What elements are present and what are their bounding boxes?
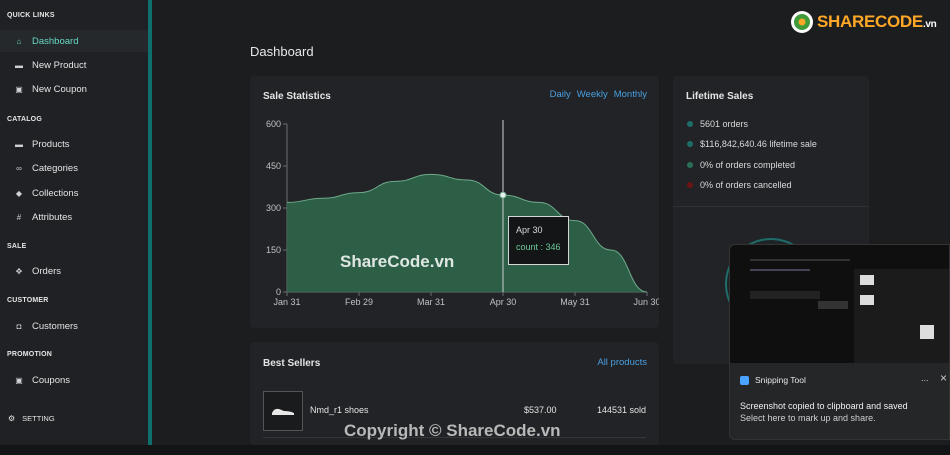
hash-icon: # <box>16 212 22 222</box>
copyright-watermark: Copyright © ShareCode.vn <box>344 421 561 440</box>
y-tick-label: 300 <box>266 203 281 213</box>
tooltip-count: count : 346 <box>516 242 561 252</box>
divider <box>673 206 869 207</box>
logo-icon <box>791 11 813 33</box>
taskbar <box>0 445 950 455</box>
close-icon[interactable]: × <box>940 371 947 385</box>
more-options-button[interactable]: ... <box>921 373 929 383</box>
x-tick-label: Jun 30 <box>633 297 659 307</box>
sidebar-item-label: Categories <box>32 162 78 174</box>
sidebar-item-label: Customers <box>32 320 78 332</box>
sidebar-item-label: Orders <box>32 265 62 277</box>
logo-suffix: .vn <box>922 19 937 30</box>
center-watermark: ShareCode.vn <box>340 252 455 271</box>
sidebar-item-label: Coupons <box>32 374 71 386</box>
home-icon: ⌂ <box>16 36 22 46</box>
setting-label: SETTING <box>22 414 55 423</box>
sidebar-item-setting[interactable]: ⚙ SETTING <box>8 414 55 423</box>
snipping-tool-notification[interactable]: Snipping Tool ... × Screenshot copied to… <box>729 244 950 440</box>
status-dot <box>687 121 693 127</box>
x-tick-label: May 31 <box>560 297 590 307</box>
sidebar-item-label: Products <box>32 138 70 150</box>
cubes-icon: ✥ <box>15 266 23 276</box>
card-title: Best Sellers <box>263 358 321 369</box>
users-icon: ◘ <box>16 321 22 331</box>
lifetime-item-text: 0% of orders cancelled <box>700 180 792 190</box>
box-icon: ▬ <box>15 60 23 70</box>
gear-icon: ⚙ <box>8 414 16 423</box>
tag-icon: ◆ <box>15 188 23 198</box>
sidebar-item-new-coupon[interactable]: ▣ New Coupon <box>0 78 148 100</box>
y-tick-label: 150 <box>266 245 281 255</box>
sidebar-item-label: New Product <box>32 59 87 71</box>
area-series <box>287 174 647 292</box>
gift-icon: ▣ <box>15 84 23 94</box>
x-tick-label: Jan 31 <box>273 297 300 307</box>
product-price: $537.00 <box>524 405 557 415</box>
screenshot-preview[interactable] <box>730 245 949 363</box>
sidebar-item-collections[interactable]: ◆ Collections <box>0 182 148 204</box>
section-quick-links: QUICK LINKS <box>7 12 55 19</box>
sidebar-item-new-product[interactable]: ▬ New Product <box>0 54 148 76</box>
section-sale: SALE <box>7 243 27 250</box>
sidebar-item-label: Collections <box>32 187 79 199</box>
product-sold: 144531 sold <box>597 405 647 415</box>
product-thumbnail[interactable] <box>263 391 303 431</box>
sale-statistics-chart: 0 150 300 450 600 Jan 31 Feb 29 Mar 31 Apr 30 May… <box>266 119 659 307</box>
highlight-point <box>499 191 507 199</box>
chart-tooltip: Apr 30 count : 346 <box>508 216 569 265</box>
sidebar: QUICK LINKS ⌂ Dashboard ▬ New Product ▣ … <box>0 0 148 445</box>
lifetime-item-text: 0% of orders completed <box>700 160 796 170</box>
section-customer: CUSTOMER <box>7 297 49 304</box>
snip-sub-message: Select here to mark up and share. <box>740 413 876 423</box>
sharecode-logo: SHARECODE.vn <box>790 10 937 34</box>
box-icon: ▬ <box>15 139 23 149</box>
lifetime-item: 0% of orders completed <box>687 160 795 170</box>
gift-icon: ▣ <box>15 375 23 385</box>
sidebar-item-products[interactable]: ▬ Products <box>0 133 148 155</box>
lifetime-item-text: 5601 orders <box>700 119 749 129</box>
lifetime-item: 5601 orders <box>687 119 748 129</box>
product-name[interactable]: Nmd_r1 shoes <box>310 405 369 415</box>
shoe-icon <box>272 408 294 415</box>
page-title: Dashboard <box>250 44 314 59</box>
lifetime-item: 0% of orders cancelled <box>687 180 792 190</box>
tooltip-date: Apr 30 <box>516 225 543 235</box>
sidebar-item-attributes[interactable]: # Attributes <box>0 206 148 228</box>
logo-text: SHARECODE.vn <box>817 12 937 32</box>
x-tick-label: Mar 31 <box>417 297 445 307</box>
status-dot <box>687 162 693 168</box>
status-dot <box>687 182 693 188</box>
y-tick-label: 450 <box>266 161 281 171</box>
snip-message: Screenshot copied to clipboard and saved <box>740 401 908 411</box>
sidebar-item-label: Attributes <box>32 211 73 223</box>
logo-word: SHARECODE <box>817 12 923 31</box>
sidebar-item-coupons[interactable]: ▣ Coupons <box>0 369 148 391</box>
link-icon: ∞ <box>16 163 22 173</box>
sidebar-item-label: Dashboard <box>32 35 79 47</box>
section-promotion: PROMOTION <box>7 351 52 358</box>
y-tick-label: 600 <box>266 119 281 129</box>
sidebar-item-orders[interactable]: ✥ Orders <box>0 260 148 282</box>
snip-app-title: Snipping Tool <box>740 375 806 385</box>
lifetime-item: $116,842,640.46 lifetime sale <box>687 139 817 149</box>
x-tick-label: Feb 29 <box>345 297 373 307</box>
x-tick-label: Apr 30 <box>490 297 517 307</box>
status-dot <box>687 141 693 147</box>
all-products-link[interactable]: All products <box>597 357 647 368</box>
sidebar-item-categories[interactable]: ∞ Categories <box>0 157 148 179</box>
sidebar-item-dashboard[interactable]: ⌂ Dashboard <box>0 30 148 52</box>
sidebar-scrollbar[interactable] <box>148 0 152 445</box>
snipping-tool-icon <box>740 375 749 385</box>
snip-app-name: Snipping Tool <box>755 375 806 385</box>
card-title: Lifetime Sales <box>686 91 754 102</box>
section-catalog: CATALOG <box>7 116 42 123</box>
sidebar-item-customers[interactable]: ◘ Customers <box>0 315 148 337</box>
lifetime-item-text: $116,842,640.46 lifetime sale <box>700 139 817 149</box>
y-tick-label: 0 <box>276 287 281 297</box>
sidebar-item-label: New Coupon <box>32 83 87 95</box>
